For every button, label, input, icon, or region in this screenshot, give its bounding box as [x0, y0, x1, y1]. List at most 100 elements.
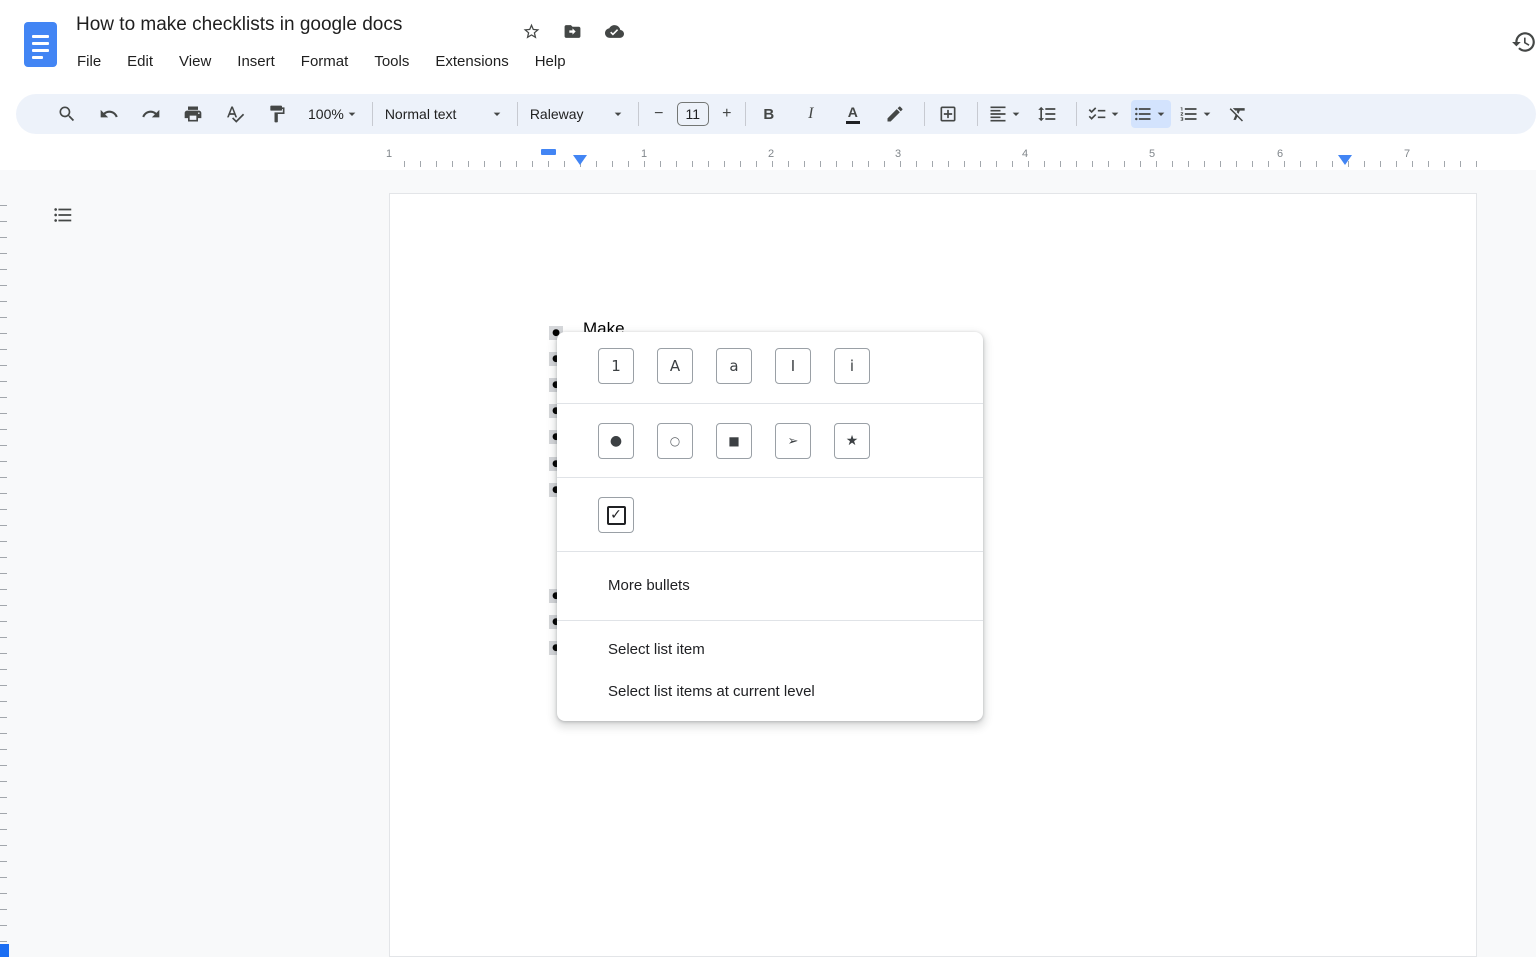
chevron-down-icon: [1199, 106, 1215, 122]
logo-line: [32, 42, 49, 45]
search-button[interactable]: [52, 100, 82, 128]
zoom-value: 100%: [308, 106, 344, 122]
horizontal-ruler: 1 1 2 3 4 5 6 7: [0, 144, 1536, 170]
highlight-color-button[interactable]: [880, 100, 910, 128]
chevron-down-icon: [610, 106, 626, 122]
bullet-star-option[interactable]: ★: [834, 423, 870, 459]
select-list-items-current-level-menu-item[interactable]: Select list items at current level: [557, 670, 983, 712]
decrease-font-size-button[interactable]: −: [647, 100, 671, 128]
chevron-down-icon: [1107, 106, 1123, 122]
ruler-number: 5: [1149, 148, 1155, 160]
ruler-ticks: [389, 161, 1477, 167]
ruler-number: 1: [641, 148, 647, 160]
popup-divider: [557, 477, 983, 478]
toolbar: 100% Normal text Raleway − 11 + B I A: [16, 94, 1536, 134]
bold-icon: B: [763, 106, 774, 123]
logo-line: [32, 49, 49, 52]
add-box-icon: [938, 104, 958, 124]
zoom-select[interactable]: 100%: [304, 100, 364, 128]
paint-format-button[interactable]: [262, 100, 292, 128]
menu-view[interactable]: View: [166, 48, 224, 76]
clear-formatting-button[interactable]: [1223, 100, 1253, 128]
list-style-upper-roman-option[interactable]: I: [775, 348, 811, 384]
menu-format[interactable]: Format: [288, 48, 362, 76]
ruler-number: 6: [1277, 148, 1283, 160]
list-style-upper-alpha-option[interactable]: A: [657, 348, 693, 384]
logo-line: [32, 56, 43, 59]
first-line-indent-marker[interactable]: [541, 149, 556, 155]
undo-button[interactable]: [94, 100, 124, 128]
paragraph-style-value: Normal text: [385, 106, 457, 122]
bullet-disc-option[interactable]: ●: [598, 423, 634, 459]
align-select[interactable]: [986, 100, 1026, 128]
cloud-status-icon[interactable]: [602, 19, 626, 43]
bullet-checkbox-option[interactable]: ✓: [598, 497, 634, 533]
ruler-ticks: [0, 190, 7, 950]
list-style-lower-alpha-option[interactable]: a: [716, 348, 752, 384]
print-button[interactable]: [178, 100, 208, 128]
undo-icon: [99, 104, 119, 124]
bulleted-list-icon: [1133, 104, 1153, 124]
ruler-number: 7: [1404, 148, 1410, 160]
chevron-down-icon: [489, 106, 505, 122]
ruler-number: 3: [895, 148, 901, 160]
document-title[interactable]: How to make checklists in google docs: [76, 14, 402, 36]
ruler-number: 2: [768, 148, 774, 160]
vertical-ruler: [0, 170, 16, 957]
italic-button[interactable]: I: [796, 100, 826, 128]
move-folder-icon[interactable]: [560, 19, 584, 43]
toolbar-separator: [517, 102, 518, 126]
font-size-input[interactable]: 11: [677, 102, 709, 126]
version-history-icon[interactable]: [1511, 29, 1536, 55]
menu-insert[interactable]: Insert: [224, 48, 288, 76]
menu-file[interactable]: File: [64, 48, 114, 76]
spell-check-icon: [225, 104, 245, 124]
bullet-circle-option[interactable]: ○: [657, 423, 693, 459]
numbered-list-select[interactable]: [1177, 100, 1217, 128]
toolbar-separator: [1076, 102, 1077, 126]
menu-edit[interactable]: Edit: [114, 48, 166, 76]
bold-button[interactable]: B: [754, 100, 784, 128]
left-indent-marker[interactable]: [573, 155, 587, 165]
line-spacing-icon: [1037, 104, 1057, 124]
select-list-item-menu-item[interactable]: Select list item: [557, 628, 983, 670]
bottom-left-blue-fragment: [0, 944, 9, 957]
redo-icon: [141, 104, 161, 124]
popup-divider: [557, 551, 983, 552]
right-indent-marker[interactable]: [1338, 155, 1352, 165]
paragraph-style-select[interactable]: Normal text: [381, 100, 509, 128]
text-color-icon: A: [846, 105, 860, 124]
line-spacing-button[interactable]: [1032, 100, 1062, 128]
redo-button[interactable]: [136, 100, 166, 128]
bulleted-list-select[interactable]: [1131, 100, 1171, 128]
numbered-list-icon: [1179, 104, 1199, 124]
menu-help[interactable]: Help: [522, 48, 579, 76]
increase-font-size-button[interactable]: +: [715, 100, 739, 128]
list-style-lower-roman-option[interactable]: i: [834, 348, 870, 384]
checkbox-icon: ✓: [607, 506, 626, 525]
spell-check-button[interactable]: [220, 100, 250, 128]
insert-comment-button[interactable]: [933, 100, 963, 128]
ruler-number: 4: [1022, 148, 1028, 160]
menu-tools[interactable]: Tools: [361, 48, 422, 76]
font-name-value: Raleway: [530, 106, 584, 122]
text-color-button[interactable]: A: [838, 100, 868, 128]
bullet-arrow-option[interactable]: ➢: [775, 423, 811, 459]
chevron-down-icon: [1008, 106, 1024, 122]
popup-divider: [557, 620, 983, 621]
toolbar-separator: [977, 102, 978, 126]
chevron-down-icon: [1153, 106, 1169, 122]
google-docs-logo[interactable]: [24, 22, 57, 67]
checklist-select[interactable]: [1085, 100, 1125, 128]
search-icon: [57, 104, 77, 124]
bullet-square-option[interactable]: ■: [716, 423, 752, 459]
toolbar-separator: [638, 102, 639, 126]
app-header: How to make checklists in google docs Fi…: [0, 0, 1536, 94]
show-outline-button[interactable]: [48, 200, 78, 230]
toolbar-separator: [745, 102, 746, 126]
font-select[interactable]: Raleway: [526, 100, 630, 128]
more-bullets-menu-item[interactable]: More bullets: [557, 561, 983, 609]
menu-extensions[interactable]: Extensions: [422, 48, 521, 76]
list-style-decimal-option[interactable]: 1: [598, 348, 634, 384]
star-icon[interactable]: [519, 19, 543, 43]
